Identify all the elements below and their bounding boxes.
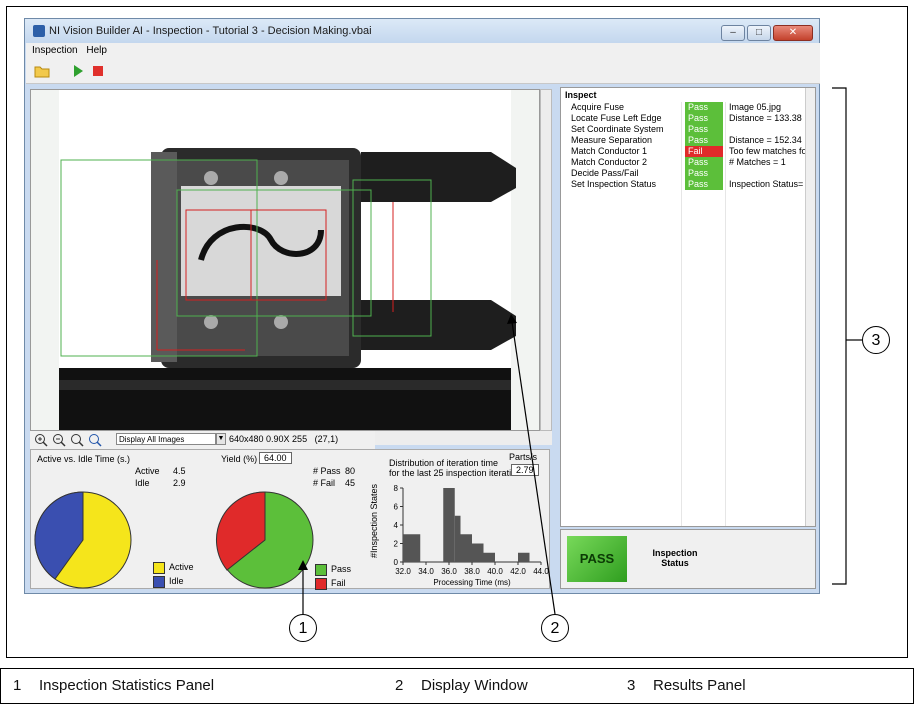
- legend-item-1: 1 Inspection Statistics Panel: [13, 677, 215, 694]
- legend-item-3: 3 Results Panel: [627, 677, 746, 694]
- callout-1: 1: [289, 614, 317, 642]
- legend-item-2: 2 Display Window: [395, 677, 528, 694]
- callout-legend: 1 Inspection Statistics Panel 2 Display Wi…: [0, 668, 914, 704]
- callout-3: 3: [862, 326, 890, 354]
- callout-2: 2: [541, 614, 569, 642]
- callout-arrows: [298, 87, 862, 615]
